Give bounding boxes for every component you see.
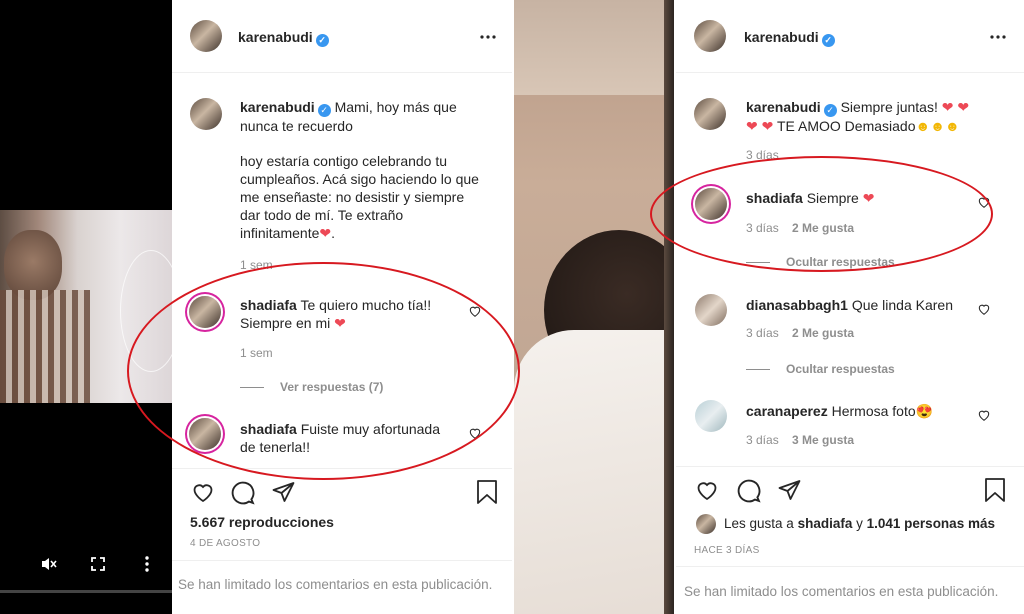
red-heart-emoji: ❤ ❤ bbox=[941, 99, 970, 115]
header-divider bbox=[172, 72, 512, 73]
post-author-username[interactable]: karenabudi ✓ bbox=[744, 28, 835, 47]
likes-summary[interactable]: Les gusta a shadiafa y 1.041 personas má… bbox=[724, 516, 995, 531]
comment-likes-link[interactable]: 2 Me gusta bbox=[792, 326, 854, 340]
highlight-ellipse bbox=[650, 156, 993, 272]
comment: caranaperez Hermosa foto😍 bbox=[746, 403, 934, 419]
post-date: HACE 3 DÍAS bbox=[694, 545, 760, 556]
photo-white-shirt bbox=[514, 330, 674, 614]
video-progress-bar[interactable] bbox=[0, 590, 172, 593]
heart-icon[interactable] bbox=[977, 408, 991, 422]
highlight-ellipse bbox=[127, 262, 520, 480]
verified-badge-icon: ✓ bbox=[315, 34, 329, 47]
bookmark-icon[interactable] bbox=[984, 477, 1006, 503]
footer-divider bbox=[172, 560, 512, 561]
comment-username[interactable]: dianasabbagh1 bbox=[746, 297, 848, 313]
header-divider bbox=[676, 72, 1024, 73]
muted-speaker-icon[interactable] bbox=[40, 555, 58, 573]
avatar[interactable] bbox=[695, 400, 727, 432]
right-post-panel: karenabudi ✓ karenabudi ✓ Siempre juntas! … bbox=[676, 0, 1024, 614]
verified-badge-icon: ✓ bbox=[823, 104, 837, 117]
like-heart-icon[interactable] bbox=[694, 478, 720, 502]
comments-limited-notice: Se han limitado los comentarios en esta … bbox=[178, 577, 493, 592]
comment-bubble-icon[interactable] bbox=[230, 480, 255, 505]
right-photo-panel[interactable] bbox=[514, 0, 674, 614]
comment-meta: 3 días 3 Me gusta bbox=[746, 433, 855, 447]
horizontal-dots-icon[interactable] bbox=[990, 35, 1006, 39]
comment-username[interactable]: caranaperez bbox=[746, 403, 828, 419]
footer-divider bbox=[676, 566, 1024, 567]
heart-eyes-emoji: 😍 bbox=[915, 403, 934, 419]
views-count[interactable]: 5.667 reproducciones bbox=[190, 513, 334, 531]
left-video-panel[interactable] bbox=[0, 0, 172, 614]
avatar[interactable] bbox=[190, 98, 222, 130]
caption-text: nunca te recuerdo bbox=[240, 118, 353, 134]
red-heart-emoji: ❤ ❤ bbox=[746, 118, 774, 134]
fullscreen-icon[interactable] bbox=[91, 557, 105, 571]
bookmark-icon[interactable] bbox=[476, 479, 498, 505]
caption-text: Mami, hoy más que bbox=[334, 99, 457, 115]
vertical-dots-icon[interactable] bbox=[144, 556, 150, 572]
collage-separator bbox=[674, 0, 676, 614]
hide-replies-button[interactable]: Ocultar respuestas bbox=[746, 362, 895, 376]
photo-shelf bbox=[514, 0, 674, 95]
avatar[interactable] bbox=[694, 98, 726, 130]
post-author-username[interactable]: karenabudi ✓ bbox=[238, 28, 329, 47]
avatar bbox=[696, 514, 716, 534]
like-heart-icon[interactable] bbox=[190, 480, 216, 504]
post-date: 4 DE AGOSTO bbox=[190, 538, 261, 549]
comment-meta: 3 días 2 Me gusta bbox=[746, 326, 855, 340]
caption-username[interactable]: karenabudi bbox=[746, 99, 821, 115]
red-heart-emoji: ❤ bbox=[319, 225, 332, 241]
comment: dianasabbagh1 Que linda Karen bbox=[746, 297, 953, 313]
actions-divider bbox=[676, 466, 1024, 467]
comment-likes-link[interactable]: 3 Me gusta bbox=[792, 433, 854, 447]
share-paper-plane-icon[interactable] bbox=[777, 478, 802, 502]
avatar[interactable] bbox=[190, 20, 222, 52]
avatar[interactable] bbox=[694, 20, 726, 52]
caption: karenabudi ✓ Siempre juntas! ❤ ❤ ❤ ❤ TE A… bbox=[746, 99, 970, 134]
verified-badge-icon: ✓ bbox=[317, 104, 331, 117]
comment-bubble-icon[interactable] bbox=[736, 478, 761, 503]
comments-limited-notice: Se han limitado los comentarios en esta … bbox=[684, 584, 999, 599]
caption-username[interactable]: karenabudi bbox=[240, 99, 315, 115]
heart-icon[interactable] bbox=[977, 302, 991, 316]
horizontal-dots-icon[interactable] bbox=[480, 35, 496, 39]
share-paper-plane-icon[interactable] bbox=[271, 480, 296, 504]
verified-badge-icon: ✓ bbox=[821, 34, 835, 47]
smiling-face-emoji: ☻☻☻ bbox=[915, 118, 960, 134]
caption: karenabudi ✓ Mami, hoy más que nunca te r… bbox=[240, 98, 505, 135]
avatar[interactable] bbox=[695, 294, 727, 326]
caption-paragraph: hoy estaría contigo celebrando tu cumple… bbox=[240, 153, 479, 241]
collage-separator bbox=[512, 0, 514, 614]
